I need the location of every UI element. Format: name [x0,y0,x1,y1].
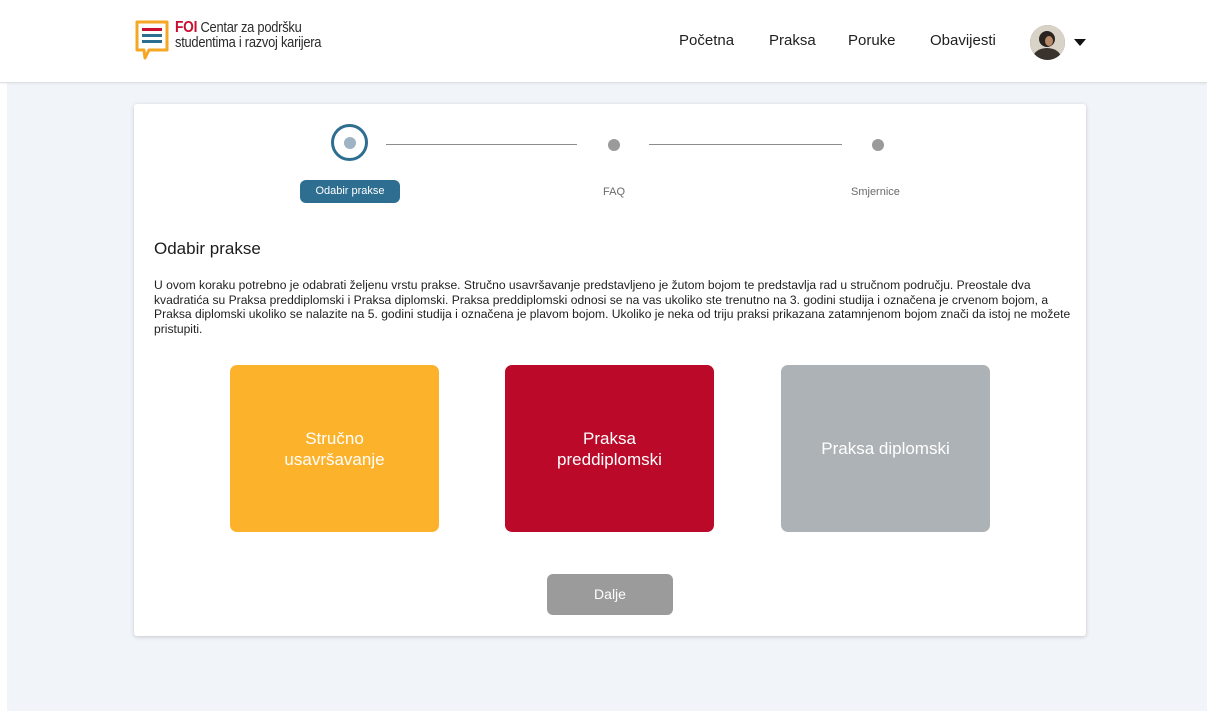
user-avatar[interactable] [1030,25,1065,60]
step-indicator-smjernice[interactable] [872,139,884,151]
option-praksa-diplomski[interactable]: Praksa diplomski [781,365,990,532]
option-label: Stručno usavršavanje [284,428,385,469]
window-edge [0,0,7,711]
top-navbar: FOI Centar za podršku studentima i razvo… [0,0,1207,83]
internship-wizard-card: Odabir prakse FAQ Smjernice Odabir praks… [134,104,1086,636]
step-description: U ovom koraku potrebno je odabrati želje… [154,278,1071,336]
next-button[interactable]: Dalje [547,574,673,615]
nav-item-praksa[interactable]: Praksa [769,32,816,49]
step-connector [649,144,842,145]
option-label: Praksa diplomski [821,439,950,458]
caret-down-icon[interactable] [1074,39,1086,46]
step-connector [386,144,577,145]
nav-item-pocetna[interactable]: Početna [679,32,734,49]
option-praksa-preddiplomski[interactable]: Praksa preddiplomski [505,365,714,532]
main-nav: Početna Praksa Poruke Obavijesti [0,32,1207,56]
step-label-faq[interactable]: FAQ [603,186,625,198]
step-indicator-faq[interactable] [608,139,620,151]
avatar-image [1030,25,1065,60]
option-label: Praksa preddiplomski [557,428,662,469]
step-indicator-dot [344,137,356,149]
section-title: Odabir prakse [154,239,261,258]
option-strucno-usavrsavanje[interactable]: Stručno usavršavanje [230,365,439,532]
step-label-smjernice[interactable]: Smjernice [851,186,900,198]
nav-item-obavijesti[interactable]: Obavijesti [930,32,996,49]
step-indicator-active[interactable] [331,124,368,161]
step-label-odabir-prakse[interactable]: Odabir prakse [300,180,400,203]
nav-item-poruke[interactable]: Poruke [848,32,896,49]
